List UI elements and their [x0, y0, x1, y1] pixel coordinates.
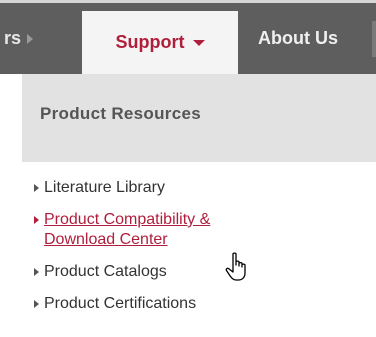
link-product-catalogs[interactable]: Product Catalogs — [34, 262, 364, 282]
nav-item-support[interactable]: Support — [82, 11, 238, 74]
nav-item-about-us-label: About Us — [258, 28, 338, 48]
link-product-certifications[interactable]: Product Certifications — [34, 294, 364, 314]
top-nav-bar: rs Support About Us — [0, 0, 376, 74]
support-dropdown-panel: Product Resources Literature Library Pro… — [22, 74, 376, 337]
nav-item-previous-label: rs — [4, 28, 22, 48]
link-literature-library[interactable]: Literature Library — [34, 178, 364, 198]
link-product-compatibility-download-center[interactable]: Product Compatibility & Download Center — [34, 210, 254, 250]
hand-pointer-icon — [225, 252, 246, 281]
nav-item-about-us[interactable]: About Us — [254, 3, 376, 74]
nav-separator-arrow-icon — [27, 33, 34, 44]
nav-item-previous[interactable]: rs — [0, 3, 66, 74]
caret-down-icon — [192, 39, 205, 46]
nav-divider — [372, 21, 376, 57]
resource-link-list: Literature Library Product Compatibility… — [34, 178, 364, 326]
panel-title: Product Resources — [40, 104, 201, 123]
panel-header: Product Resources — [22, 74, 376, 162]
nav-item-support-label: Support — [115, 32, 185, 52]
